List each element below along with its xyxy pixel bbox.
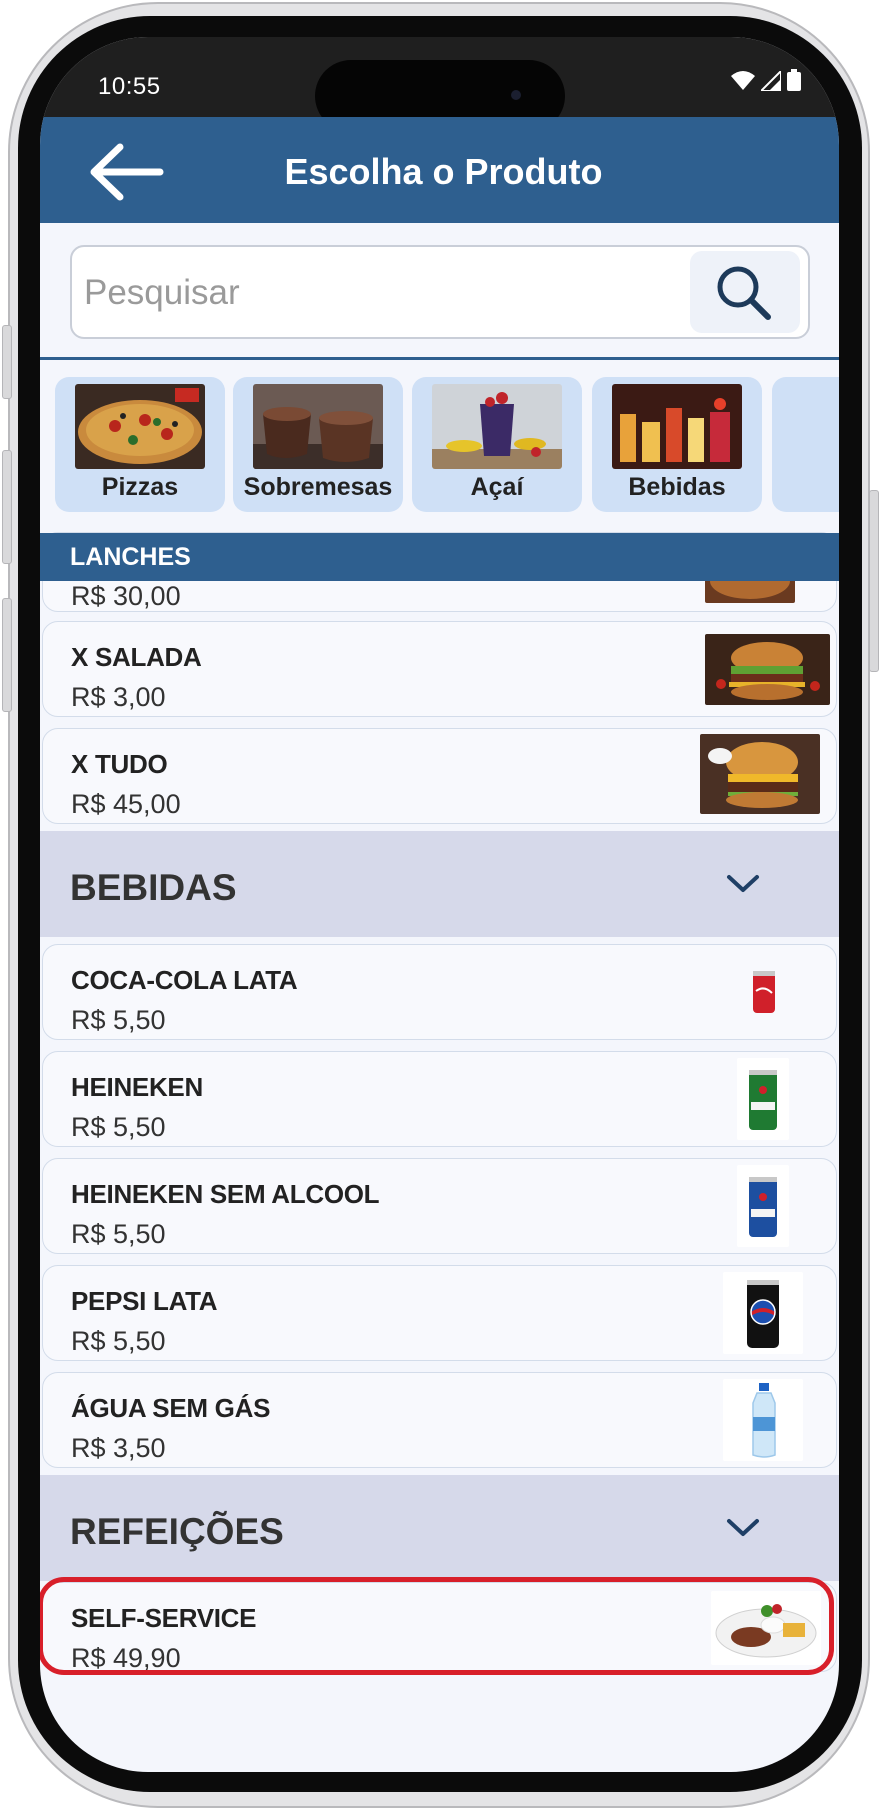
category-bebidas[interactable]: Bebidas xyxy=(592,377,762,512)
cellular-signal-icon xyxy=(761,71,781,91)
phone-volume-down-button xyxy=(2,598,12,712)
product-name: SELF-SERVICE xyxy=(71,1603,257,1633)
phone-volume-up-button xyxy=(2,450,12,564)
product-name: HEINEKEN SEM ALCOOL xyxy=(71,1179,380,1209)
search-input[interactable] xyxy=(82,255,666,331)
acai-image xyxy=(432,384,562,469)
status-time: 10:55 xyxy=(98,73,161,100)
product-name: COCA-COLA LATA xyxy=(71,965,298,995)
category-pizzas[interactable]: Pizzas xyxy=(55,377,225,512)
search-icon xyxy=(717,266,771,320)
heineken-can-image xyxy=(737,1058,789,1140)
camera-dot xyxy=(511,90,521,100)
search-button[interactable] xyxy=(690,251,800,333)
phone-power-button xyxy=(869,490,879,672)
wifi-icon xyxy=(731,71,755,90)
coca-cola-can-image xyxy=(751,969,777,1015)
phone-action-button xyxy=(2,325,12,399)
section-title: REFEIÇÕES xyxy=(70,1511,284,1552)
drinks-image xyxy=(612,384,742,469)
product-item-pepsi-lata[interactable]: PEPSI LATA R$ 5,50 xyxy=(42,1265,837,1361)
burger-image xyxy=(700,734,820,814)
product-price: R$ 30,00 xyxy=(71,581,181,611)
status-bar: 10:55 xyxy=(40,37,839,132)
product-item-agua-sem-gas[interactable]: ÁGUA SEM GÁS R$ 3,50 xyxy=(42,1372,837,1468)
category-sobremesas[interactable]: Sobremesas xyxy=(233,377,403,512)
status-icons xyxy=(731,69,801,91)
product-price: R$ 3,00 xyxy=(71,682,166,712)
screen: 10:55 Escolha o Produto Pizzas xyxy=(40,37,839,1772)
search-bar xyxy=(70,245,810,339)
product-price: R$ 3,50 xyxy=(71,1433,166,1463)
search-divider xyxy=(40,357,839,360)
product-price: R$ 5,50 xyxy=(71,1005,166,1035)
product-item-coca-cola-lata[interactable]: COCA-COLA LATA R$ 5,50 xyxy=(42,944,837,1040)
dessert-image xyxy=(253,384,383,469)
product-price: R$ 5,50 xyxy=(71,1219,166,1249)
pepsi-can-image xyxy=(723,1272,803,1354)
product-price: R$ 5,50 xyxy=(71,1326,166,1356)
battery-icon xyxy=(787,69,801,91)
product-price: R$ 49,90 xyxy=(71,1643,181,1673)
meal-plate-image xyxy=(711,1591,821,1665)
sticky-section-header: LANCHES xyxy=(40,533,839,581)
category-label: Açaí xyxy=(470,473,524,501)
water-bottle-image xyxy=(723,1379,803,1461)
product-price: R$ 5,50 xyxy=(71,1112,166,1142)
product-item-heineken-sem-alcool[interactable]: HEINEKEN SEM ALCOOL R$ 5,50 xyxy=(42,1158,837,1254)
category-carousel[interactable]: Pizzas Sobremesas Açaí Bebidas xyxy=(40,377,839,517)
product-name: PEPSI LATA xyxy=(71,1286,218,1316)
product-item-heineken[interactable]: HEINEKEN R$ 5,50 xyxy=(42,1051,837,1147)
burger-image xyxy=(705,634,830,705)
category-next-partial[interactable] xyxy=(772,377,839,512)
chevron-down-icon xyxy=(727,1519,759,1536)
product-name: X TUDO xyxy=(71,749,168,779)
category-label: Sobremesas xyxy=(243,473,393,501)
heineken-zero-can-image xyxy=(737,1165,789,1247)
category-acai[interactable]: Açaí xyxy=(412,377,582,512)
product-item-self-service[interactable]: SELF-SERVICE R$ 49,90 xyxy=(42,1582,837,1673)
page-title: Escolha o Produto xyxy=(284,151,603,192)
product-item-x-salada[interactable]: X SALADA R$ 3,00 xyxy=(42,621,837,717)
category-label: Pizzas xyxy=(101,473,179,501)
chevron-down-icon xyxy=(727,875,759,892)
product-name: X SALADA xyxy=(71,642,202,672)
product-price: R$ 45,00 xyxy=(71,789,181,819)
product-name: ÁGUA SEM GÁS xyxy=(71,1393,271,1423)
product-name: HEINEKEN xyxy=(71,1072,203,1102)
pizza-image xyxy=(75,384,205,469)
section-title: BEBIDAS xyxy=(70,867,237,908)
section-header-refeicoes[interactable]: REFEIÇÕES xyxy=(40,1475,839,1581)
section-header-bebidas[interactable]: BEBIDAS xyxy=(40,831,839,937)
product-item-x-tudo[interactable]: X TUDO R$ 45,00 xyxy=(42,728,837,824)
app-header: Escolha o Produto xyxy=(40,117,839,223)
category-label: Bebidas xyxy=(628,473,726,501)
